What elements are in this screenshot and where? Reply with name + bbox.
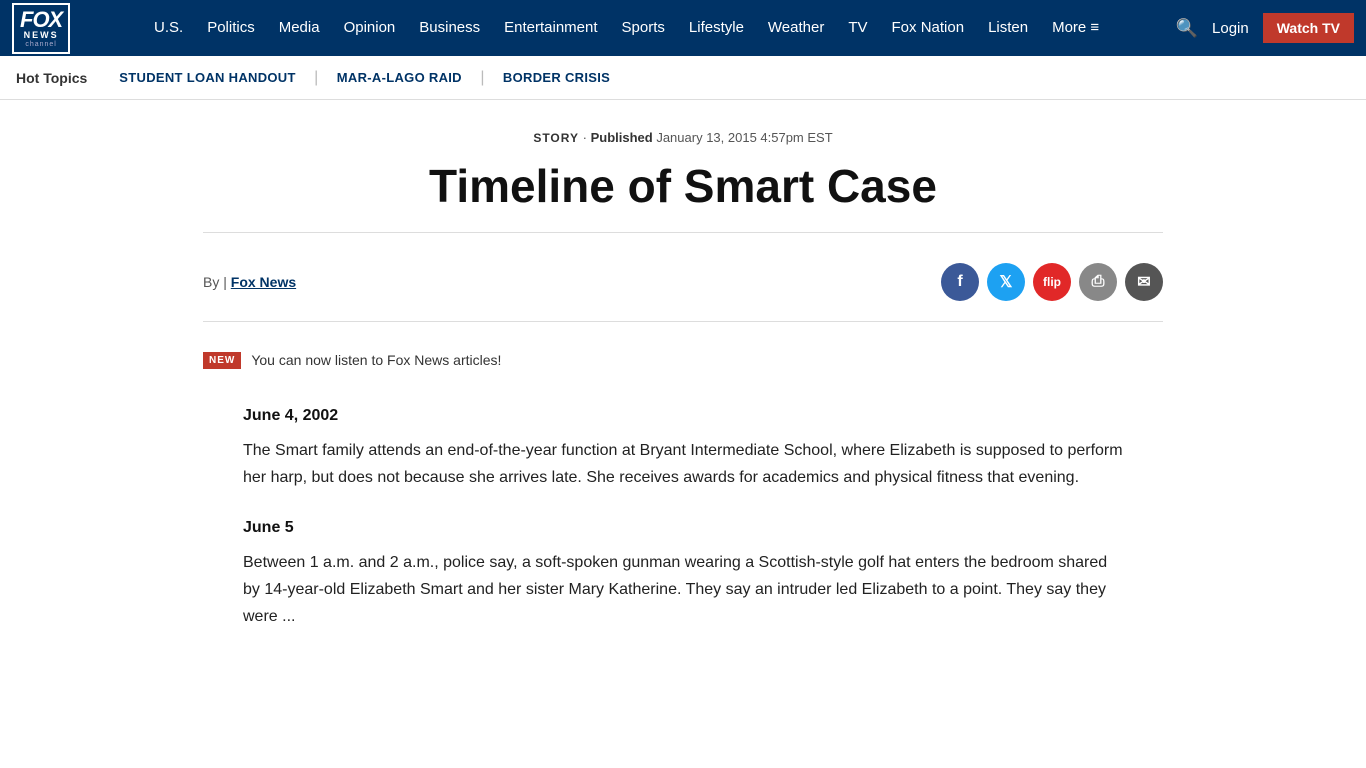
login-button[interactable]: Login [1212,20,1249,37]
nav-menu: U.S. Politics Media Opinion Business Ent… [142,19,1176,37]
section-para-2: Between 1 a.m. and 2 a.m., police say, a… [243,549,1123,631]
section-para-1: The Smart family attends an end-of-the-y… [243,437,1123,491]
author-link[interactable]: Fox News [231,274,296,290]
nav-item-media[interactable]: Media [267,19,332,37]
article-title: Timeline of Smart Case [203,161,1163,233]
nav-item-business[interactable]: Business [407,19,492,37]
story-meta: STORY · Published January 13, 2015 4:57p… [203,130,1163,145]
share-twitter-button[interactable]: 𝕏 [987,263,1025,301]
hot-topic-student-loan[interactable]: STUDENT LOAN HANDOUT [105,70,309,85]
share-flipboard-button[interactable]: flip [1033,263,1071,301]
logo[interactable]: FOX NEWS channel [12,0,132,56]
nav-item-weather[interactable]: Weather [756,19,836,37]
published-date: January 13, 2015 4:57pm EST [656,130,832,145]
separator-1: | [310,69,323,87]
watch-tv-button[interactable]: Watch TV [1263,13,1354,43]
nav-item-sports[interactable]: Sports [610,19,677,37]
main-content: STORY · Published January 13, 2015 4:57p… [183,100,1183,687]
search-button[interactable]: 🔍 [1176,18,1198,39]
hot-topics-label: Hot Topics [16,70,87,86]
fox-logo-text: FOX [20,9,62,31]
section-date-1: June 4, 2002 [243,407,1123,425]
new-badge-text: You can now listen to Fox News articles! [251,352,501,368]
nav-item-lifestyle[interactable]: Lifestyle [677,19,756,37]
nav-item-more[interactable]: More ≡ [1040,19,1111,37]
share-email-button[interactable]: ✉ [1125,263,1163,301]
byline-prefix: By | [203,274,227,290]
published-label: Published [591,130,653,145]
share-facebook-button[interactable]: f [941,263,979,301]
hot-topic-border-crisis[interactable]: BORDER CRISIS [489,70,624,85]
nav-item-tv[interactable]: TV [836,19,879,37]
share-buttons: f 𝕏 flip ⎙ ✉ [941,263,1163,301]
nav-item-fox-nation[interactable]: Fox Nation [880,19,977,37]
nav-item-us[interactable]: U.S. [142,19,195,37]
article-body: June 4, 2002 The Smart family attends an… [243,407,1123,631]
byline: By | Fox News [203,274,296,290]
new-badge: NEW [203,352,241,369]
byline-row: By | Fox News f 𝕏 flip ⎙ ✉ [203,253,1163,322]
news-logo-text: NEWS [24,31,59,40]
separator-2: | [476,69,489,87]
nav-item-entertainment[interactable]: Entertainment [492,19,609,37]
new-badge-row: NEW You can now listen to Fox News artic… [203,342,1163,379]
nav-item-opinion[interactable]: Opinion [332,19,408,37]
section-date-2: June 5 [243,519,1123,537]
nav-right-actions: 🔍 Login Watch TV [1176,13,1354,43]
nav-item-listen[interactable]: Listen [976,19,1040,37]
share-print-button[interactable]: ⎙ [1079,263,1117,301]
hot-topics-bar: Hot Topics STUDENT LOAN HANDOUT | MAR-A-… [0,56,1366,100]
story-label: STORY [533,131,579,145]
top-navigation: FOX NEWS channel U.S. Politics Media Opi… [0,0,1366,56]
hot-topic-mar-a-lago[interactable]: MAR-A-LAGO RAID [323,70,476,85]
nav-item-politics[interactable]: Politics [195,19,267,37]
meta-separator: · [583,130,591,145]
channel-logo-text: channel [25,41,57,48]
